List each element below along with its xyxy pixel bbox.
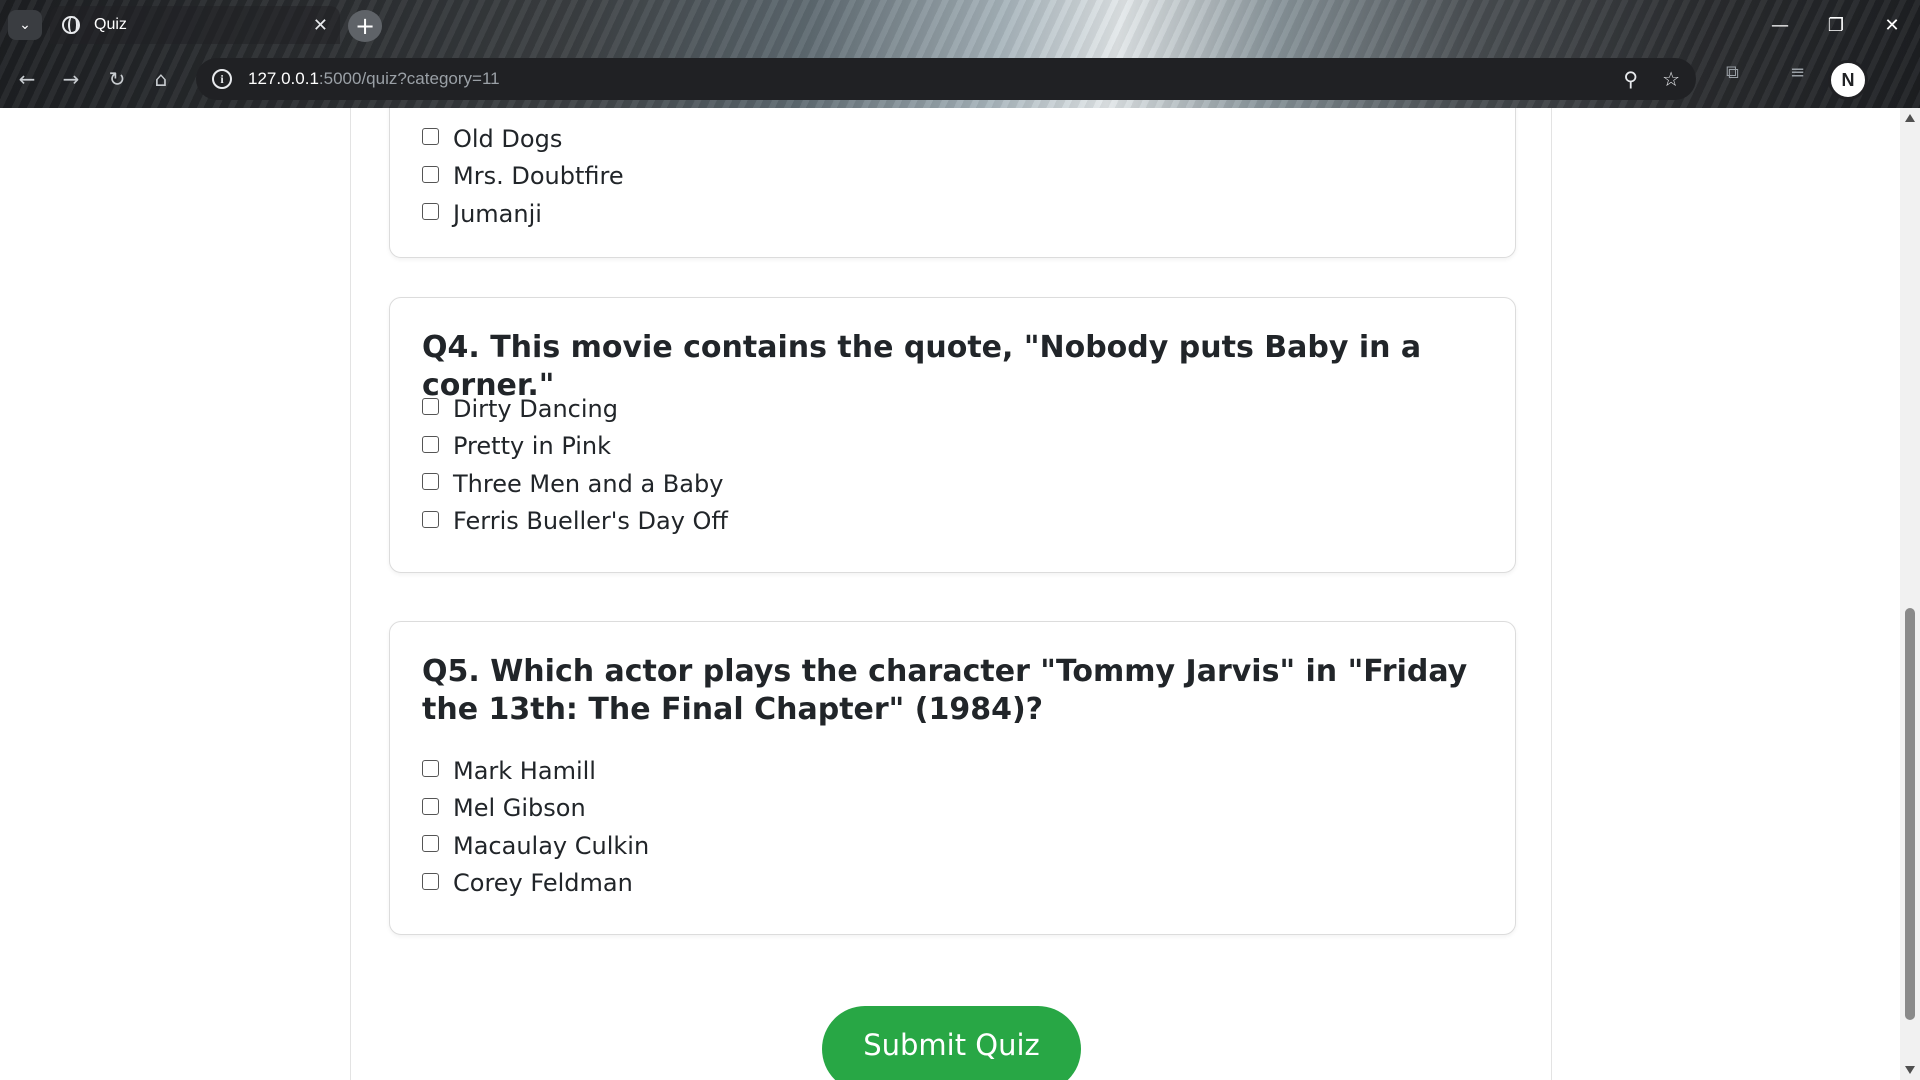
checkbox[interactable] (422, 797, 439, 815)
checkbox[interactable] (422, 510, 439, 528)
arrow-right-icon: → (62, 67, 80, 91)
quiz-container: Old Dogs Mrs. Doubtfire Jumanji Q4. This… (350, 108, 1552, 1080)
extensions-icon[interactable]: ⧉ (1726, 62, 1739, 83)
address-bar[interactable]: i 127.0.0.1:5000/quiz?category=11 ⚲ ☆ (196, 58, 1696, 100)
options-list: Mark Hamill Mel Gibson Macaulay Culkin C… (422, 752, 649, 902)
scrollbar-thumb[interactable] (1905, 608, 1915, 1020)
tab-title: Quiz (94, 16, 127, 33)
window-controls: — ❐ ✕ (1752, 0, 1920, 50)
option-row[interactable]: Mrs. Doubtfire (422, 158, 624, 196)
reload-button[interactable]: ↻ (102, 64, 132, 94)
option-label: Mel Gibson (453, 794, 586, 823)
tab-search-button[interactable]: ⌄ (8, 10, 42, 40)
options-list: Old Dogs Mrs. Doubtfire Jumanji (422, 120, 624, 233)
minimize-button[interactable]: — (1752, 0, 1808, 50)
option-label: Corey Feldman (453, 869, 633, 898)
checkbox[interactable] (422, 398, 439, 416)
option-row[interactable]: Old Dogs (422, 120, 624, 158)
page-scrollbar[interactable] (1900, 108, 1920, 1080)
question-card-q5: Q5. Which actor plays the character "Tom… (389, 621, 1516, 935)
option-label: Mrs. Doubtfire (453, 162, 624, 191)
chevron-down-icon: ⌄ (19, 17, 31, 33)
option-row[interactable]: Dirty Dancing (422, 390, 728, 428)
option-label: Macaulay Culkin (453, 831, 650, 860)
scroll-up-arrow-icon[interactable] (1905, 114, 1915, 122)
back-button[interactable]: ← (12, 64, 42, 94)
question-card-q4: Q4. This movie contains the quote, "Nobo… (389, 297, 1516, 573)
close-window-button[interactable]: ✕ (1864, 0, 1920, 50)
option-row[interactable]: Pretty in Pink (422, 428, 728, 466)
tab-quiz[interactable]: Quiz ✕ (50, 6, 340, 44)
options-list: Dirty Dancing Pretty in Pink Three Men a… (422, 390, 728, 540)
forward-button[interactable]: → (56, 64, 86, 94)
page-viewport: Old Dogs Mrs. Doubtfire Jumanji Q4. This… (0, 108, 1900, 1080)
option-row[interactable]: Mark Hamill (422, 752, 649, 790)
home-icon: ⌂ (154, 67, 168, 91)
profile-avatar[interactable]: N (1828, 60, 1868, 100)
home-button[interactable]: ⌂ (146, 64, 176, 94)
checkbox[interactable] (422, 473, 439, 491)
question-card-q3: Old Dogs Mrs. Doubtfire Jumanji (389, 108, 1516, 258)
globe-icon (62, 16, 80, 34)
option-row[interactable]: Ferris Bueller's Day Off (422, 503, 728, 541)
option-row[interactable]: Corey Feldman (422, 865, 649, 903)
checkbox[interactable] (422, 128, 439, 146)
checkbox[interactable] (422, 760, 439, 778)
bookmark-star-icon[interactable]: ☆ (1662, 67, 1680, 91)
option-label: Mark Hamill (453, 756, 596, 785)
checkbox[interactable] (422, 435, 439, 453)
checkbox[interactable] (422, 835, 439, 853)
new-tab-button[interactable]: + (348, 10, 382, 42)
submit-quiz-button[interactable]: Submit Quiz (822, 1006, 1081, 1080)
reload-icon: ↻ (108, 67, 126, 91)
option-label: Old Dogs (453, 124, 563, 153)
close-icon[interactable]: ✕ (313, 15, 328, 36)
url-host: 127.0.0.1 (248, 69, 319, 88)
scroll-down-arrow-icon[interactable] (1905, 1066, 1915, 1074)
question-title: Q5. Which actor plays the character "Tom… (422, 654, 1468, 727)
option-label: Ferris Bueller's Day Off (453, 507, 728, 536)
url-path: :5000/quiz?category=11 (318, 69, 500, 88)
restore-button[interactable]: ❐ (1808, 0, 1864, 50)
site-info-icon[interactable]: i (212, 69, 232, 89)
option-label: Jumanji (453, 199, 542, 228)
media-controls-icon[interactable]: ≡ (1790, 62, 1805, 83)
zoom-icon[interactable]: ⚲ (1623, 67, 1638, 91)
checkbox[interactable] (422, 165, 439, 183)
option-row[interactable]: Mel Gibson (422, 790, 649, 828)
checkbox[interactable] (422, 872, 439, 890)
option-label: Three Men and a Baby (453, 469, 724, 498)
option-label: Pretty in Pink (453, 432, 612, 461)
option-row[interactable]: Macaulay Culkin (422, 827, 649, 865)
tab-strip: ⌄ Quiz ✕ + — ❐ ✕ (0, 0, 1920, 50)
arrow-left-icon: ← (18, 67, 36, 91)
option-row[interactable]: Jumanji (422, 195, 624, 233)
option-label: Dirty Dancing (453, 394, 618, 423)
option-row[interactable]: Three Men and a Baby (422, 465, 728, 503)
plus-icon: + (354, 12, 376, 40)
checkbox[interactable] (422, 203, 439, 221)
